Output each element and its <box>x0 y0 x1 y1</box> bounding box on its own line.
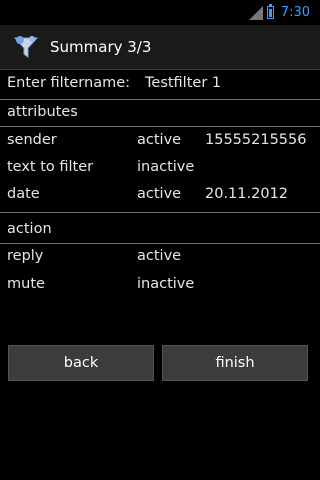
page-title: Summary 3/3 <box>50 38 152 56</box>
filter-funnel-icon <box>13 36 39 58</box>
action-status: active <box>137 248 182 264</box>
attribute-name: sender <box>7 132 57 148</box>
action-status: inactive <box>137 276 195 292</box>
back-button[interactable]: back <box>8 345 154 381</box>
status-icons: 7:30 <box>248 4 310 20</box>
divider <box>0 243 320 244</box>
signal-icon <box>248 5 263 20</box>
finish-button[interactable]: finish <box>162 345 308 381</box>
divider <box>0 99 320 100</box>
battery-icon <box>266 4 274 19</box>
divider <box>0 212 320 213</box>
attribute-name: date <box>7 186 40 202</box>
attribute-value: 15555215556 <box>205 132 307 148</box>
attribute-status: active <box>137 132 182 148</box>
attribute-status: active <box>137 186 182 202</box>
attribute-value: 20.11.2012 <box>205 186 289 202</box>
attribute-status: inactive <box>137 159 195 175</box>
action-name: mute <box>7 276 45 292</box>
attributes-header: attributes <box>7 104 78 120</box>
filtername-value: Testfilter 1 <box>145 75 222 91</box>
title-bar: Summary 3/3 <box>0 25 320 70</box>
attribute-name: text to filter <box>7 159 94 175</box>
clock: 7:30 <box>280 5 310 20</box>
filtername-label: Enter filtername: <box>7 75 131 91</box>
status-bar: 7:30 <box>0 0 320 25</box>
action-header: action <box>7 221 52 237</box>
action-name: reply <box>7 248 44 264</box>
divider <box>0 126 320 127</box>
